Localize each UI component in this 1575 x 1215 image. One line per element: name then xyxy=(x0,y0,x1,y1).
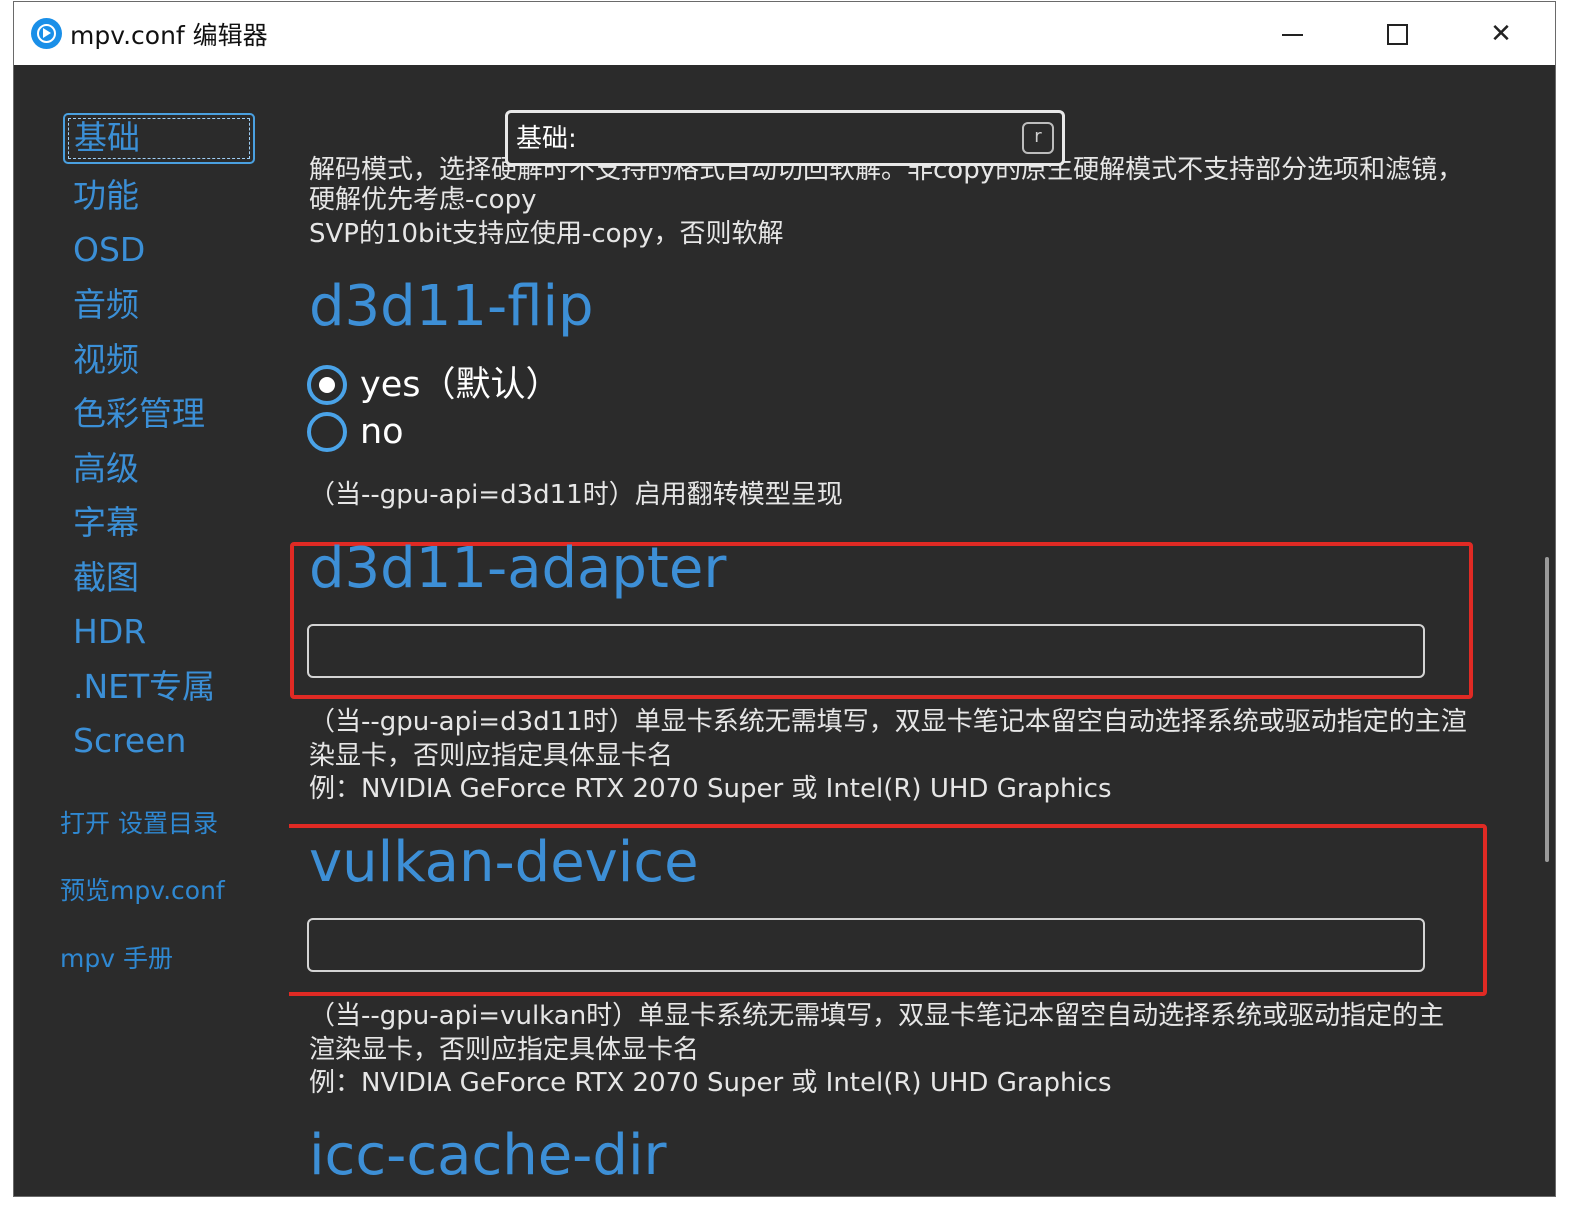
d3d11-adapter-example: 例：NVIDIA GeForce RTX 2070 Super 或 Intel(… xyxy=(309,774,1112,804)
open-settings-folder-link[interactable]: 打开 设置目录 xyxy=(60,804,218,840)
hwdec-description-line-3: SVP的10bit支持应使用-copy，否则软解 xyxy=(309,219,784,249)
icc-cache-dir-heading: icc-cache-dir xyxy=(309,1123,667,1188)
sidebar: 基础 功能 OSD 音频 视频 色彩管理 高级 字幕 截图 HDR .NET专属… xyxy=(14,65,289,1196)
shortcut-key-hint: r xyxy=(1022,122,1054,154)
radio-label: yes（默认） xyxy=(360,365,561,405)
d3d11-adapter-description-line-2: 染显卡，否则应指定具体显卡名 xyxy=(309,741,674,771)
vulkan-device-heading: vulkan-device xyxy=(309,830,699,895)
sidebar-item-hdr[interactable]: HDR xyxy=(73,612,146,652)
radio-label: no xyxy=(360,412,404,452)
vulkan-device-description-line-1: （当--gpu-api=vulkan时）单显卡系统无需填写，双显卡笔记本留空自动… xyxy=(309,1001,1445,1031)
mpv-manual-link[interactable]: mpv 手册 xyxy=(60,939,173,975)
minimize-icon xyxy=(1281,33,1303,36)
hwdec-description-line-2: 硬解优先考虑-copy xyxy=(309,185,537,215)
mpv-app-icon xyxy=(31,18,62,49)
preview-conf-link[interactable]: 预览mpv.conf xyxy=(60,871,225,907)
maximize-button[interactable] xyxy=(1362,10,1432,58)
sidebar-item-features[interactable]: 功能 xyxy=(73,176,139,216)
settings-content: 解码模式，选择硬解时不支持的格式自动切回软解。非copy的原生硬解模式不支持部分… xyxy=(289,65,1555,1196)
title-bar[interactable]: mpv.conf 编辑器 ✕ xyxy=(14,2,1555,65)
close-button[interactable]: ✕ xyxy=(1466,10,1536,58)
vulkan-device-input[interactable] xyxy=(307,918,1425,972)
sidebar-item-screenshot[interactable]: 截图 xyxy=(73,558,139,598)
sidebar-item-osd[interactable]: OSD xyxy=(73,230,145,270)
vulkan-device-example: 例：NVIDIA GeForce RTX 2070 Super 或 Intel(… xyxy=(309,1068,1112,1098)
sidebar-item-color-management[interactable]: 色彩管理 xyxy=(73,394,205,434)
radio-checked-icon[interactable] xyxy=(307,365,347,405)
d3d11-adapter-heading: d3d11-adapter xyxy=(309,536,727,601)
d3d11-adapter-input[interactable] xyxy=(307,624,1425,678)
search-input[interactable] xyxy=(516,117,1014,161)
d3d11-adapter-description-line-1: （当--gpu-api=d3d11时）单显卡系统无需填写，双显卡笔记本留空自动选… xyxy=(309,707,1467,737)
d3d11-flip-description: （当--gpu-api=d3d11时）启用翻转模型呈现 xyxy=(309,480,843,510)
vertical-scrollbar[interactable] xyxy=(1545,557,1549,862)
vulkan-device-description-line-2: 渲染显卡，否则应指定具体显卡名 xyxy=(309,1035,700,1065)
window-title: mpv.conf 编辑器 xyxy=(70,21,268,50)
editor-window: mpv.conf 编辑器 ✕ 基础 功能 OSD 音频 视频 色彩管理 高级 字… xyxy=(13,1,1556,1197)
d3d11-flip-heading: d3d11-flip xyxy=(309,274,594,339)
search-box[interactable]: r xyxy=(505,110,1065,166)
sidebar-item-subtitles[interactable]: 字幕 xyxy=(73,503,139,543)
radio-unchecked-icon[interactable] xyxy=(307,412,347,452)
sidebar-item-dotnet[interactable]: .NET专属 xyxy=(73,667,215,707)
minimize-button[interactable] xyxy=(1257,10,1327,58)
sidebar-item-audio[interactable]: 音频 xyxy=(73,285,139,325)
sidebar-item-basic[interactable]: 基础 xyxy=(63,113,255,164)
sidebar-item-advanced[interactable]: 高级 xyxy=(73,449,139,489)
sidebar-item-video[interactable]: 视频 xyxy=(73,340,139,380)
sidebar-item-screen[interactable]: Screen xyxy=(73,721,186,761)
maximize-icon xyxy=(1386,24,1408,45)
close-icon: ✕ xyxy=(1490,19,1512,49)
